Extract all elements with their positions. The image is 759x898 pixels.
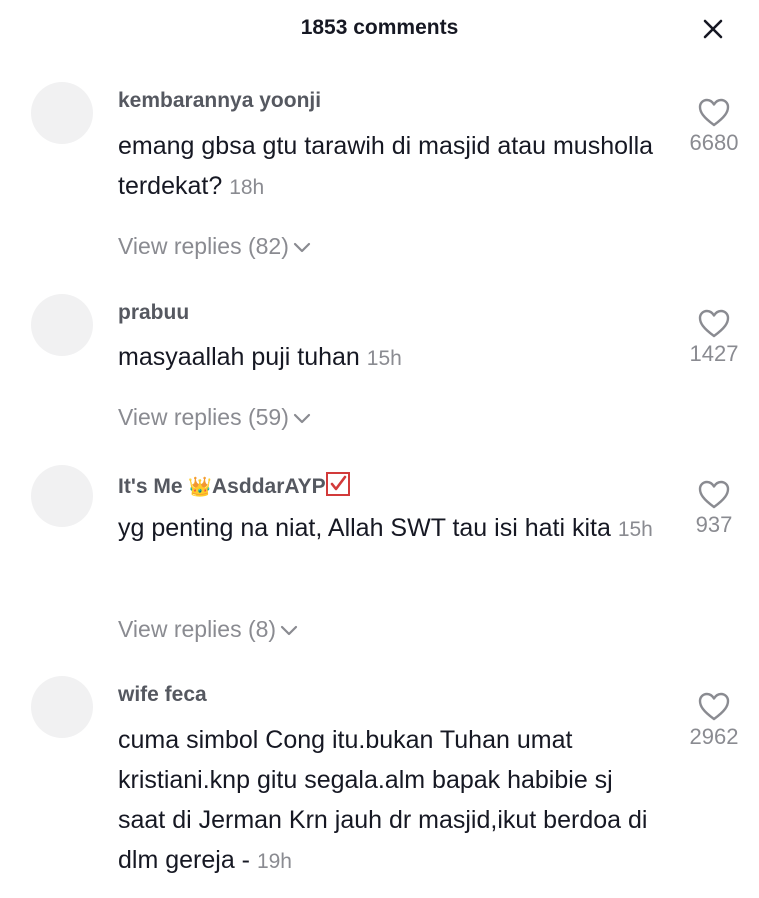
like-count: 1427 bbox=[689, 341, 739, 366]
chevron-down-icon bbox=[280, 625, 298, 636]
like-count: 2962 bbox=[689, 724, 739, 749]
crown-icon: 👑 bbox=[188, 477, 213, 498]
comment-body: masyaallah puji tuhan bbox=[118, 343, 360, 371]
view-replies-label: View replies (59) bbox=[118, 404, 289, 430]
heart-icon bbox=[698, 692, 730, 721]
username-prefix: It's Me bbox=[118, 475, 189, 498]
view-replies-label: View replies (82) bbox=[118, 233, 289, 259]
like-button[interactable]: 6680 bbox=[676, 98, 752, 156]
avatar[interactable] bbox=[31, 82, 93, 144]
comment-time: 15h bbox=[366, 347, 402, 370]
view-replies-button[interactable]: View replies (59) bbox=[118, 404, 311, 431]
chevron-down-icon bbox=[293, 413, 310, 424]
comment-body: cuma simbol Cong itu.bukan Tuhan umat kr… bbox=[118, 726, 648, 874]
like-count: 6680 bbox=[689, 130, 739, 155]
comment-username[interactable]: It's Me 👑AsddarAYP bbox=[118, 472, 350, 499]
comments-header: 1853 comments bbox=[0, 0, 759, 58]
check-mark-icon bbox=[325, 472, 350, 496]
comment-username[interactable]: kembarannya yoonji bbox=[118, 89, 321, 113]
like-count: 937 bbox=[695, 512, 733, 537]
view-replies-button[interactable]: View replies (82) bbox=[118, 233, 311, 260]
chevron-down-icon bbox=[293, 242, 310, 253]
heart-icon bbox=[698, 309, 730, 338]
view-replies-button[interactable]: View replies (8) bbox=[118, 616, 298, 643]
comment-time: 19h bbox=[256, 850, 292, 873]
avatar[interactable] bbox=[31, 676, 93, 738]
comment-text: yg penting na niat, Allah SWT tau isi ha… bbox=[118, 508, 658, 550]
avatar[interactable] bbox=[31, 294, 93, 356]
comment-text: cuma simbol Cong itu.bukan Tuhan umat kr… bbox=[118, 720, 658, 882]
comment-username[interactable]: wife feca bbox=[118, 683, 207, 707]
comment-body: yg penting na niat, Allah SWT tau isi ha… bbox=[118, 514, 611, 542]
heart-icon bbox=[698, 98, 730, 127]
like-button[interactable]: 2962 bbox=[676, 692, 752, 750]
comments-count-title: 1853 comments bbox=[300, 16, 459, 39]
comment-body: emang gbsa gtu tarawih di masjid atau mu… bbox=[118, 132, 654, 200]
comment-time: 15h bbox=[617, 518, 653, 541]
heart-icon bbox=[698, 480, 730, 509]
comment-username[interactable]: prabuu bbox=[118, 301, 189, 325]
comment-time: 18h bbox=[229, 176, 265, 199]
close-icon[interactable] bbox=[698, 14, 728, 44]
avatar[interactable] bbox=[31, 465, 93, 527]
like-button[interactable]: 937 bbox=[676, 480, 752, 538]
like-button[interactable]: 1427 bbox=[676, 309, 752, 367]
view-replies-label: View replies (8) bbox=[118, 616, 277, 642]
username-suffix: AsddarAYP bbox=[212, 475, 326, 498]
comment-text: masyaallah puji tuhan 15h bbox=[118, 337, 658, 379]
comment-text: emang gbsa gtu tarawih di masjid atau mu… bbox=[118, 126, 658, 208]
